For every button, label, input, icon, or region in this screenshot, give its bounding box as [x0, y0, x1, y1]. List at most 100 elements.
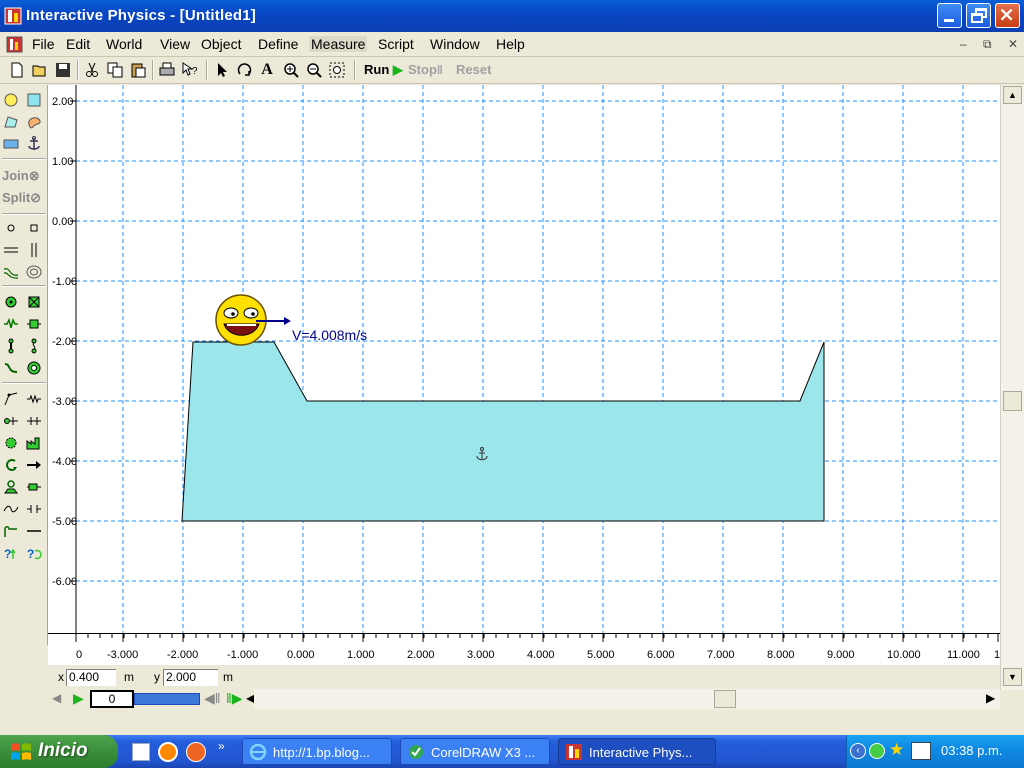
text-tool-button[interactable]: A	[258, 61, 276, 79]
select-tool-button[interactable]	[214, 61, 232, 79]
polygon-tool[interactable]	[1, 112, 21, 132]
menu-world[interactable]: World	[106, 36, 142, 52]
tray-star-icon[interactable]: ★	[889, 740, 904, 760]
zoom-in-button[interactable]	[282, 61, 300, 79]
paste-button[interactable]	[129, 61, 147, 79]
vertical-slot-tool[interactable]	[24, 240, 44, 260]
save-button[interactable]	[54, 61, 72, 79]
quicklaunch-media-player-icon[interactable]	[158, 742, 178, 762]
scroll-up-button[interactable]: ▲	[1003, 86, 1022, 104]
linear-actuator-tool[interactable]	[24, 411, 44, 431]
menu-edit[interactable]: Edit	[66, 36, 90, 52]
help-tool-2[interactable]: ?	[24, 543, 44, 563]
pin-joint-tool[interactable]	[1, 292, 21, 312]
force-tool[interactable]	[24, 455, 44, 475]
motor-rope-tool[interactable]	[24, 389, 44, 409]
bracket-tool[interactable]	[24, 499, 44, 519]
menu-define[interactable]: Define	[258, 36, 298, 52]
curved-body-tool[interactable]	[24, 112, 44, 132]
simulation-canvas[interactable]: 2.00 1.00 0.00 -1.00 -2.00 -3.00 -4.00 -5.00 -6.…	[48, 85, 1000, 633]
damper-tool[interactable]	[24, 314, 44, 334]
rigid-joint-tool[interactable]	[24, 292, 44, 312]
separator-tool[interactable]	[1, 411, 21, 431]
print-button[interactable]	[158, 61, 176, 79]
start-button[interactable]: Inicio	[0, 735, 118, 768]
hscroll-thumb[interactable]	[714, 690, 736, 708]
rectangle-tool[interactable]	[24, 90, 44, 110]
document-icon[interactable]	[6, 36, 23, 53]
step-back-button[interactable]: ◀	[52, 691, 61, 705]
line-tool[interactable]	[24, 521, 44, 541]
mdi-restore-button[interactable]: ⧉	[983, 37, 992, 52]
help-tool-1[interactable]: ?	[1, 543, 21, 563]
closed-slot-tool[interactable]	[24, 262, 44, 282]
clock[interactable]: 03:38 p.m.	[941, 743, 1002, 758]
rewind-button[interactable]: ◀‖	[204, 690, 221, 707]
pulley-tool[interactable]	[1, 358, 21, 378]
open-button[interactable]	[31, 61, 49, 79]
tape-player-bar[interactable]	[134, 693, 200, 705]
minimize-button[interactable]	[937, 3, 962, 28]
task-interactive-physics[interactable]: Interactive Phys...	[558, 738, 716, 765]
frame-counter[interactable]: 0	[90, 690, 134, 708]
rod-tool[interactable]	[1, 336, 21, 356]
anchor-tool[interactable]	[24, 134, 44, 154]
quicklaunch-overflow-icon[interactable]: »	[218, 739, 225, 753]
copy-button[interactable]	[106, 61, 124, 79]
tray-expand-icon[interactable]: ‹	[850, 743, 866, 759]
menu-script[interactable]: Script	[378, 36, 414, 52]
split-button[interactable]: Split⊘	[2, 190, 41, 206]
rotate-tool-button[interactable]	[236, 61, 254, 79]
new-button[interactable]	[8, 61, 26, 79]
quicklaunch-app-icon[interactable]	[186, 742, 206, 762]
menu-help[interactable]: Help	[496, 36, 525, 52]
horizontal-slot-tool[interactable]	[1, 240, 21, 260]
scroll-down-button[interactable]: ▼	[1003, 668, 1022, 686]
menu-view[interactable]: View	[160, 36, 190, 52]
mdi-close-button[interactable]: ✕	[1008, 37, 1018, 51]
slider-tool[interactable]	[24, 477, 44, 497]
spring-tool[interactable]	[1, 314, 21, 334]
play-forward-button[interactable]: ▶	[73, 690, 84, 707]
quicklaunch-desktop-icon[interactable]	[132, 743, 150, 761]
curved-slot-tool[interactable]	[1, 262, 21, 282]
tray-antivirus-icon[interactable]	[869, 743, 885, 759]
tray-app-icon[interactable]	[911, 742, 931, 760]
ground-body[interactable]	[181, 341, 825, 522]
cut-button[interactable]	[83, 61, 101, 79]
run-button[interactable]: Run ▶	[364, 62, 403, 78]
join-button[interactable]: Join⊗	[2, 168, 40, 184]
scroll-thumb[interactable]	[1003, 391, 1022, 411]
menu-measure[interactable]: Measure	[309, 36, 368, 52]
gear-tool[interactable]	[24, 358, 44, 378]
fast-forward-button[interactable]: ‖▶	[226, 690, 243, 707]
help-button[interactable]: ?	[181, 61, 199, 79]
actuator-tool[interactable]	[1, 389, 21, 409]
point-element-tool[interactable]	[1, 218, 21, 238]
torque-arrow-tool[interactable]	[1, 455, 21, 475]
maximize-button[interactable]	[966, 3, 991, 28]
horizontal-scrollbar[interactable]: ▶	[254, 689, 1000, 709]
constraint-tool[interactable]	[1, 477, 21, 497]
scroll-right-button[interactable]: ▶	[986, 691, 995, 705]
task-coreldraw[interactable]: CorelDRAW X3 ...	[400, 738, 550, 765]
stop-button[interactable]: Stop‖	[408, 62, 443, 77]
menu-window[interactable]: Window	[430, 36, 480, 52]
task-browser[interactable]: http://1.bp.blog...	[242, 738, 392, 765]
curve-constraint-tool[interactable]	[1, 499, 21, 519]
mdi-minimize-button[interactable]: –	[960, 37, 967, 51]
motor-tool[interactable]	[1, 433, 21, 453]
zoom-fit-button[interactable]	[328, 61, 346, 79]
x-coord-field[interactable]: 0.400	[66, 669, 116, 686]
zoom-out-button[interactable]	[305, 61, 323, 79]
reset-button[interactable]: Reset	[456, 62, 491, 77]
square-point-tool[interactable]	[24, 218, 44, 238]
interactive-physics-app-icon[interactable]	[4, 7, 22, 25]
torque-tool[interactable]	[24, 433, 44, 453]
wall-tool[interactable]	[1, 134, 21, 154]
close-button[interactable]	[995, 3, 1020, 28]
menu-object[interactable]: Object	[201, 36, 241, 52]
meter-tool[interactable]	[1, 521, 21, 541]
rope-tool[interactable]	[24, 336, 44, 356]
y-coord-field[interactable]: 2.000	[163, 669, 218, 686]
